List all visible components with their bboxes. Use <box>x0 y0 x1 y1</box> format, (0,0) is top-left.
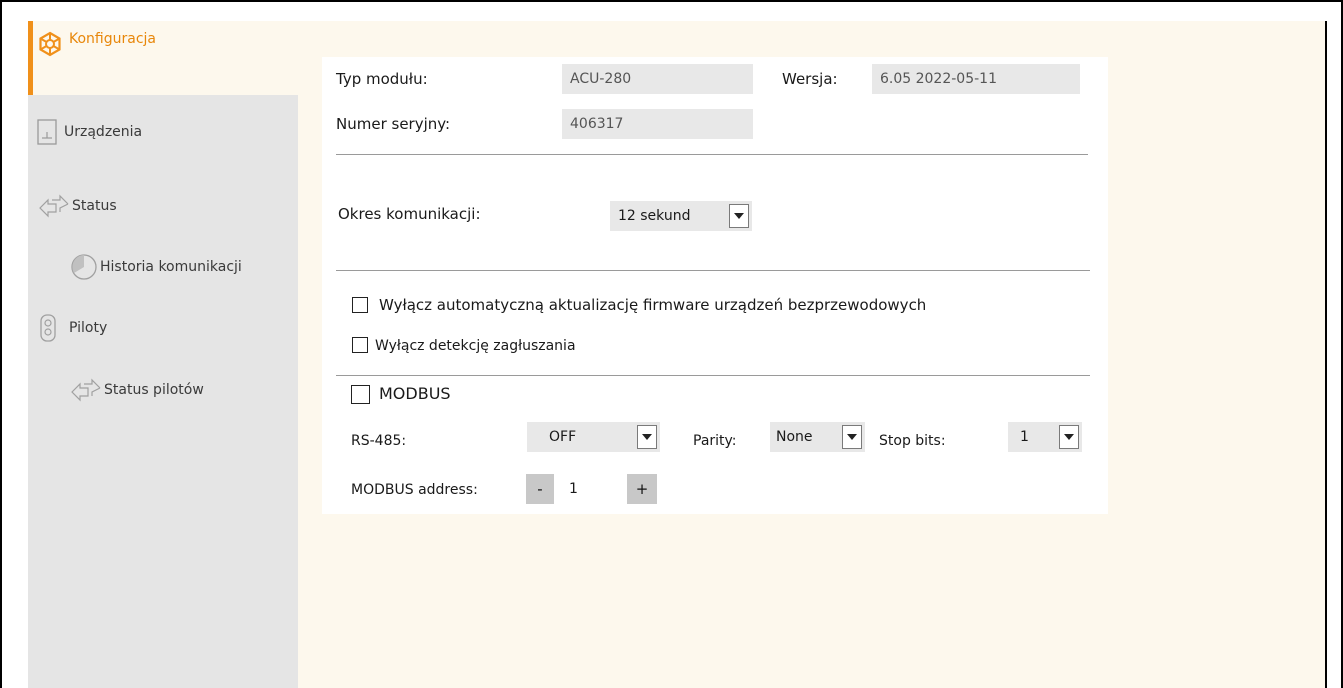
modbus-checkbox[interactable] <box>351 385 370 404</box>
sidebar-item-status[interactable]: Status <box>38 194 117 218</box>
disable-jamming-label: Wyłącz detekcję zagłuszania <box>375 338 576 354</box>
rs485-value: OFF <box>549 429 577 445</box>
parity-select[interactable]: None <box>770 422 865 452</box>
sidebar-item-label: Status pilotów <box>104 382 204 398</box>
sidebar-item-piloty[interactable]: Piloty <box>39 313 107 343</box>
divider <box>336 270 1090 271</box>
disable-fw-update-checkbox[interactable] <box>352 297 368 313</box>
serial-label: Numer seryjny: <box>336 115 451 133</box>
period-select[interactable]: 12 sekund <box>610 201 752 231</box>
address-value[interactable]: 1 <box>569 481 578 497</box>
sidebar-item-label: Konfiguracja <box>69 31 157 47</box>
sidebar-item-konfiguracja[interactable]: Konfiguracja <box>28 21 298 95</box>
arrows-icon <box>38 194 70 218</box>
config-icon <box>37 31 63 57</box>
module-type-field: ACU-280 <box>562 64 753 94</box>
parity-label: Parity: <box>693 433 737 449</box>
address-increment-button[interactable]: + <box>627 474 657 504</box>
sidebar-item-label: Status <box>72 198 117 214</box>
version-label: Wersja: <box>782 70 838 88</box>
chevron-down-icon[interactable] <box>1059 425 1079 449</box>
sidebar-item-label: Historia komunikacji <box>100 259 242 275</box>
rs485-select[interactable]: OFF <box>527 422 660 452</box>
device-icon <box>36 118 58 146</box>
stop-bits-value: 1 <box>1020 429 1029 445</box>
remote-icon <box>39 313 57 343</box>
arrows-icon <box>70 378 102 402</box>
disable-jamming-checkbox[interactable] <box>352 337 368 353</box>
sidebar-item-label: Piloty <box>69 320 108 336</box>
stop-bits-label: Stop bits: <box>879 433 946 449</box>
parity-value: None <box>776 429 813 445</box>
sidebar-item-label: Urządzenia <box>64 124 143 140</box>
chevron-down-icon[interactable] <box>842 425 862 449</box>
stop-bits-select[interactable]: 1 <box>1008 422 1082 452</box>
disable-fw-update-label: Wyłącz automatyczną aktualizację firmwar… <box>379 296 927 314</box>
history-icon <box>70 253 98 281</box>
right-border <box>1325 21 1327 688</box>
modbus-label: MODBUS <box>379 384 451 403</box>
period-label: Okres komunikacji: <box>338 205 481 223</box>
divider <box>336 154 1088 155</box>
modbus-address-label: MODBUS address: <box>351 482 478 498</box>
version-field: 6.05 2022-05-11 <box>872 64 1080 94</box>
sidebar-item-status-pilotow[interactable]: Status pilotów <box>70 378 204 402</box>
rs485-label: RS-485: <box>351 433 407 449</box>
address-decrement-button[interactable]: - <box>526 474 554 504</box>
module-type-label: Typ modułu: <box>336 70 428 88</box>
chevron-down-icon[interactable] <box>729 204 749 228</box>
sidebar-item-urzadzenia[interactable]: Urządzenia <box>36 118 142 146</box>
sidebar-item-historia[interactable]: Historia komunikacji <box>70 253 242 281</box>
period-value: 12 sekund <box>618 208 691 224</box>
divider <box>336 375 1090 376</box>
serial-field: 406317 <box>562 109 753 139</box>
chevron-down-icon[interactable] <box>637 425 657 449</box>
